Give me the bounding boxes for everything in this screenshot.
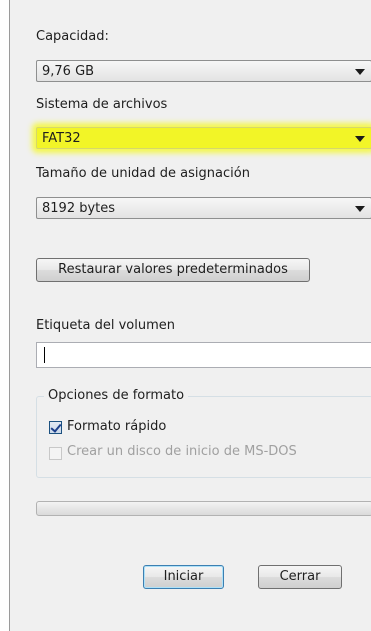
close-button[interactable]: Cerrar [258,565,342,589]
check-icon [50,421,62,433]
allocation-dropdown[interactable]: 8192 bytes [36,197,371,219]
chevron-down-icon [355,136,365,142]
capacity-dropdown[interactable]: 9,76 GB [36,60,371,82]
filesystem-value: FAT32 [42,131,81,146]
text-caret [44,347,45,363]
msdos-boot-disk-label: Crear un disco de inicio de MS-DOS [67,444,297,459]
filesystem-dropdown[interactable]: FAT32 [36,127,371,149]
format-progress-bar [36,501,371,516]
volume-label-label: Etiqueta del volumen [36,318,176,333]
allocation-label: Tamaño de unidad de asignación [36,166,250,181]
filesystem-label: Sistema de archivos [36,97,168,112]
quick-format-checkbox[interactable] [49,421,62,434]
start-button[interactable]: Iniciar [143,565,224,589]
format-options-group [36,396,371,478]
format-dialog: Capacidad: 9,76 GB Sistema de archivos F… [9,0,371,631]
quick-format-label[interactable]: Formato rápido [67,419,166,434]
restore-defaults-button[interactable]: Restaurar valores predeterminados [36,258,310,282]
msdos-boot-disk-checkbox[interactable] [49,447,62,460]
chevron-down-icon [355,69,365,75]
capacity-label: Capacidad: [36,29,109,44]
format-options-legend: Opciones de formato [44,388,189,403]
chevron-down-icon [355,206,365,212]
capacity-value: 9,76 GB [42,64,95,79]
allocation-value: 8192 bytes [42,201,116,216]
volume-label-input[interactable] [36,342,371,368]
